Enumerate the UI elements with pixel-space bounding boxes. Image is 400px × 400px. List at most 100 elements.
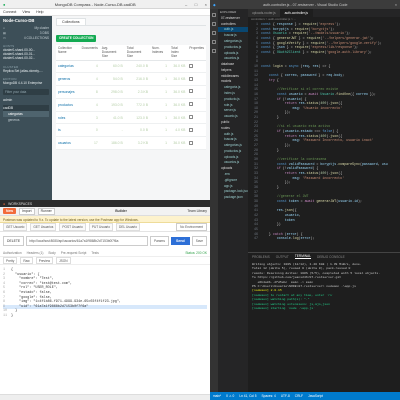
- builder-tab[interactable]: Builder: [115, 209, 127, 213]
- menu-help[interactable]: Help: [36, 10, 43, 14]
- sidebar-nav-collections[interactable]: ▭ 4 COLLECTIONS: [3, 36, 49, 40]
- column-header[interactable]: Avg. Document Size: [99, 44, 125, 61]
- params-button[interactable]: Params: [149, 236, 169, 246]
- status-item[interactable]: JavaScript: [308, 394, 323, 398]
- tab-collections[interactable]: Collections: [56, 18, 86, 25]
- table-row[interactable]: roles 3 41.0 B 123.0 B 1 36.0 KB: [56, 111, 206, 125]
- code-editor[interactable]: 1 const { response } = require('express')…: [248, 22, 400, 252]
- request-tab[interactable]: GET Usuario: [3, 223, 28, 231]
- column-header[interactable]: Total Document Size: [124, 44, 150, 61]
- workspaces-label[interactable]: WORKSPACES: [8, 202, 32, 206]
- vscode-title: auth-controller.js - 07-restserver - Vis…: [263, 2, 348, 7]
- total-size-cell: 3.2 KB: [124, 136, 150, 150]
- sidebar-nav-cluster[interactable]: ⌂ My cluster: [3, 26, 49, 30]
- table-row[interactable]: generos 4 54.0 B 216.0 B 1 36.0 KB: [56, 72, 206, 87]
- minimize-icon[interactable]: –: [185, 2, 187, 7]
- status-item[interactable]: Spaces: 4: [262, 394, 276, 398]
- collection-name-link[interactable]: generos: [56, 72, 80, 87]
- close-icon[interactable]: ×: [205, 2, 207, 7]
- terminal-line: [nodemon] starting `node .\app.js`: [252, 306, 316, 311]
- method-select[interactable]: DELETE: [3, 236, 25, 246]
- status-item[interactable]: main*: [213, 394, 221, 398]
- request-tab[interactable]: DEL Usuario: [116, 223, 140, 231]
- filter-input[interactable]: Filter your data: [3, 89, 49, 96]
- explorer-file[interactable]: package.json: [218, 194, 248, 200]
- sidebar-nav-dbs[interactable]: ▤ 3 DBS: [3, 31, 49, 35]
- status-item[interactable]: 0 ⚠ 0: [226, 394, 234, 398]
- table-row[interactable]: productos 4 193.0 B 772.0 B 1 36.0 KB: [56, 98, 206, 112]
- runner-button[interactable]: Runner: [37, 207, 55, 215]
- column-header[interactable]: Total Index Size: [168, 44, 188, 61]
- editor-tab-active[interactable]: auth-controller.js: [280, 9, 313, 17]
- extensions-icon[interactable]: [212, 49, 216, 53]
- column-header[interactable]: Num. Indexes: [149, 44, 169, 61]
- environment-select[interactable]: No Environment: [176, 223, 207, 231]
- panel-tab-debug-console[interactable]: DEBUG CONSOLE: [317, 255, 345, 259]
- resp-tab-preview[interactable]: Preview: [35, 257, 54, 264]
- new-button[interactable]: New: [3, 208, 16, 214]
- debug-icon[interactable]: [212, 40, 216, 44]
- send-button[interactable]: Send: [170, 237, 190, 245]
- collection-name-link[interactable]: personajes: [56, 85, 80, 99]
- import-button[interactable]: Import: [18, 207, 35, 215]
- request-tab[interactable]: GET Usuarios: [30, 223, 57, 231]
- properties-cell: [187, 123, 206, 138]
- panel-tab-output[interactable]: OUTPUT: [276, 255, 289, 259]
- trash-icon[interactable]: [189, 127, 194, 132]
- trash-icon[interactable]: [189, 102, 194, 107]
- collection-name-link[interactable]: ts: [56, 123, 80, 138]
- menu-view[interactable]: View: [22, 10, 30, 14]
- table-row[interactable]: ts 0-0.0 B 1 4.0 KB: [56, 123, 206, 138]
- req-subtab[interactable]: Tests: [91, 251, 98, 255]
- sidebar-collection-generos[interactable]: generos: [3, 117, 49, 123]
- table-row[interactable]: categorias 4 60.0 B 240.0 B 1 36.0 KB: [56, 60, 206, 74]
- resp-format-select[interactable]: JSON: [56, 257, 71, 264]
- terminal-output[interactable]: Writing objects: 100% (12/12), 1.40 KiB …: [248, 260, 400, 392]
- close-icon[interactable]: ×: [395, 3, 397, 7]
- panel-tab-problems[interactable]: PROBLEMS: [252, 255, 270, 259]
- collections-table: Collection Name Documents Avg. Document …: [56, 44, 206, 150]
- editor-area: uploads-router.js auth-controller.js con…: [248, 9, 400, 392]
- sidebar-db-admin[interactable]: admin: [3, 97, 49, 103]
- menu-connect[interactable]: Connect: [3, 10, 16, 14]
- request-tab[interactable]: PUT Usuario: [88, 223, 114, 231]
- resp-tab-pretty[interactable]: Pretty: [3, 257, 18, 264]
- documents-cell: 0: [79, 123, 100, 138]
- total-size-cell: 2.3 KB: [124, 85, 150, 99]
- table-row[interactable]: personajes 8 298.0 B 2.3 KB 1 36.0 KB: [56, 85, 206, 99]
- request-tab[interactable]: POST Usuario: [59, 223, 86, 231]
- team-library-tab[interactable]: Team Library: [187, 209, 207, 213]
- save-button[interactable]: Save: [191, 236, 207, 246]
- trash-icon[interactable]: [189, 89, 194, 94]
- trash-icon[interactable]: [189, 115, 194, 120]
- resp-tab-raw[interactable]: Raw: [20, 257, 33, 264]
- column-header[interactable]: Documents: [79, 44, 100, 61]
- folder-icon: ▭: [3, 36, 7, 40]
- trash-icon[interactable]: [189, 63, 194, 68]
- status-item[interactable]: UTF-8: [281, 394, 290, 398]
- create-collection-button[interactable]: CREATE COLLECTION: [56, 34, 97, 42]
- collection-name-link[interactable]: productos: [56, 98, 80, 112]
- status-item[interactable]: CRLF: [295, 394, 303, 398]
- table-row[interactable]: usuarios 17 186.0 B 3.2 KB 1 36.0 KB: [56, 136, 206, 150]
- collection-name-link[interactable]: usuarios: [56, 136, 80, 150]
- maximize-icon[interactable]: □: [195, 2, 197, 7]
- line-number: 11: [3, 313, 8, 318]
- panel-tab-terminal[interactable]: TERMINAL: [294, 254, 311, 259]
- status-item[interactable]: Ln 41, Col 5: [239, 394, 256, 398]
- req-subtab[interactable]: Body: [48, 251, 55, 255]
- column-header[interactable]: Collection Name: [56, 44, 80, 61]
- search-icon[interactable]: [212, 22, 216, 26]
- trash-icon[interactable]: [189, 76, 194, 81]
- trash-icon[interactable]: [189, 140, 194, 145]
- editor-tab[interactable]: uploads-router.js: [248, 9, 281, 17]
- collection-name-link[interactable]: roles: [56, 111, 80, 125]
- source-control-icon[interactable]: [212, 31, 216, 35]
- collection-name-link[interactable]: categorias: [56, 60, 80, 74]
- req-subtab[interactable]: Authorization: [3, 251, 22, 255]
- req-subtab[interactable]: Pre-request Script: [61, 251, 87, 255]
- files-icon[interactable]: [212, 13, 216, 17]
- req-subtab[interactable]: Headers (1): [27, 251, 44, 255]
- connection-host[interactable]: Node-Curso-DB: [3, 18, 49, 23]
- url-input[interactable]: http://localhost:8080/api/usuarios/61a7a…: [26, 236, 148, 246]
